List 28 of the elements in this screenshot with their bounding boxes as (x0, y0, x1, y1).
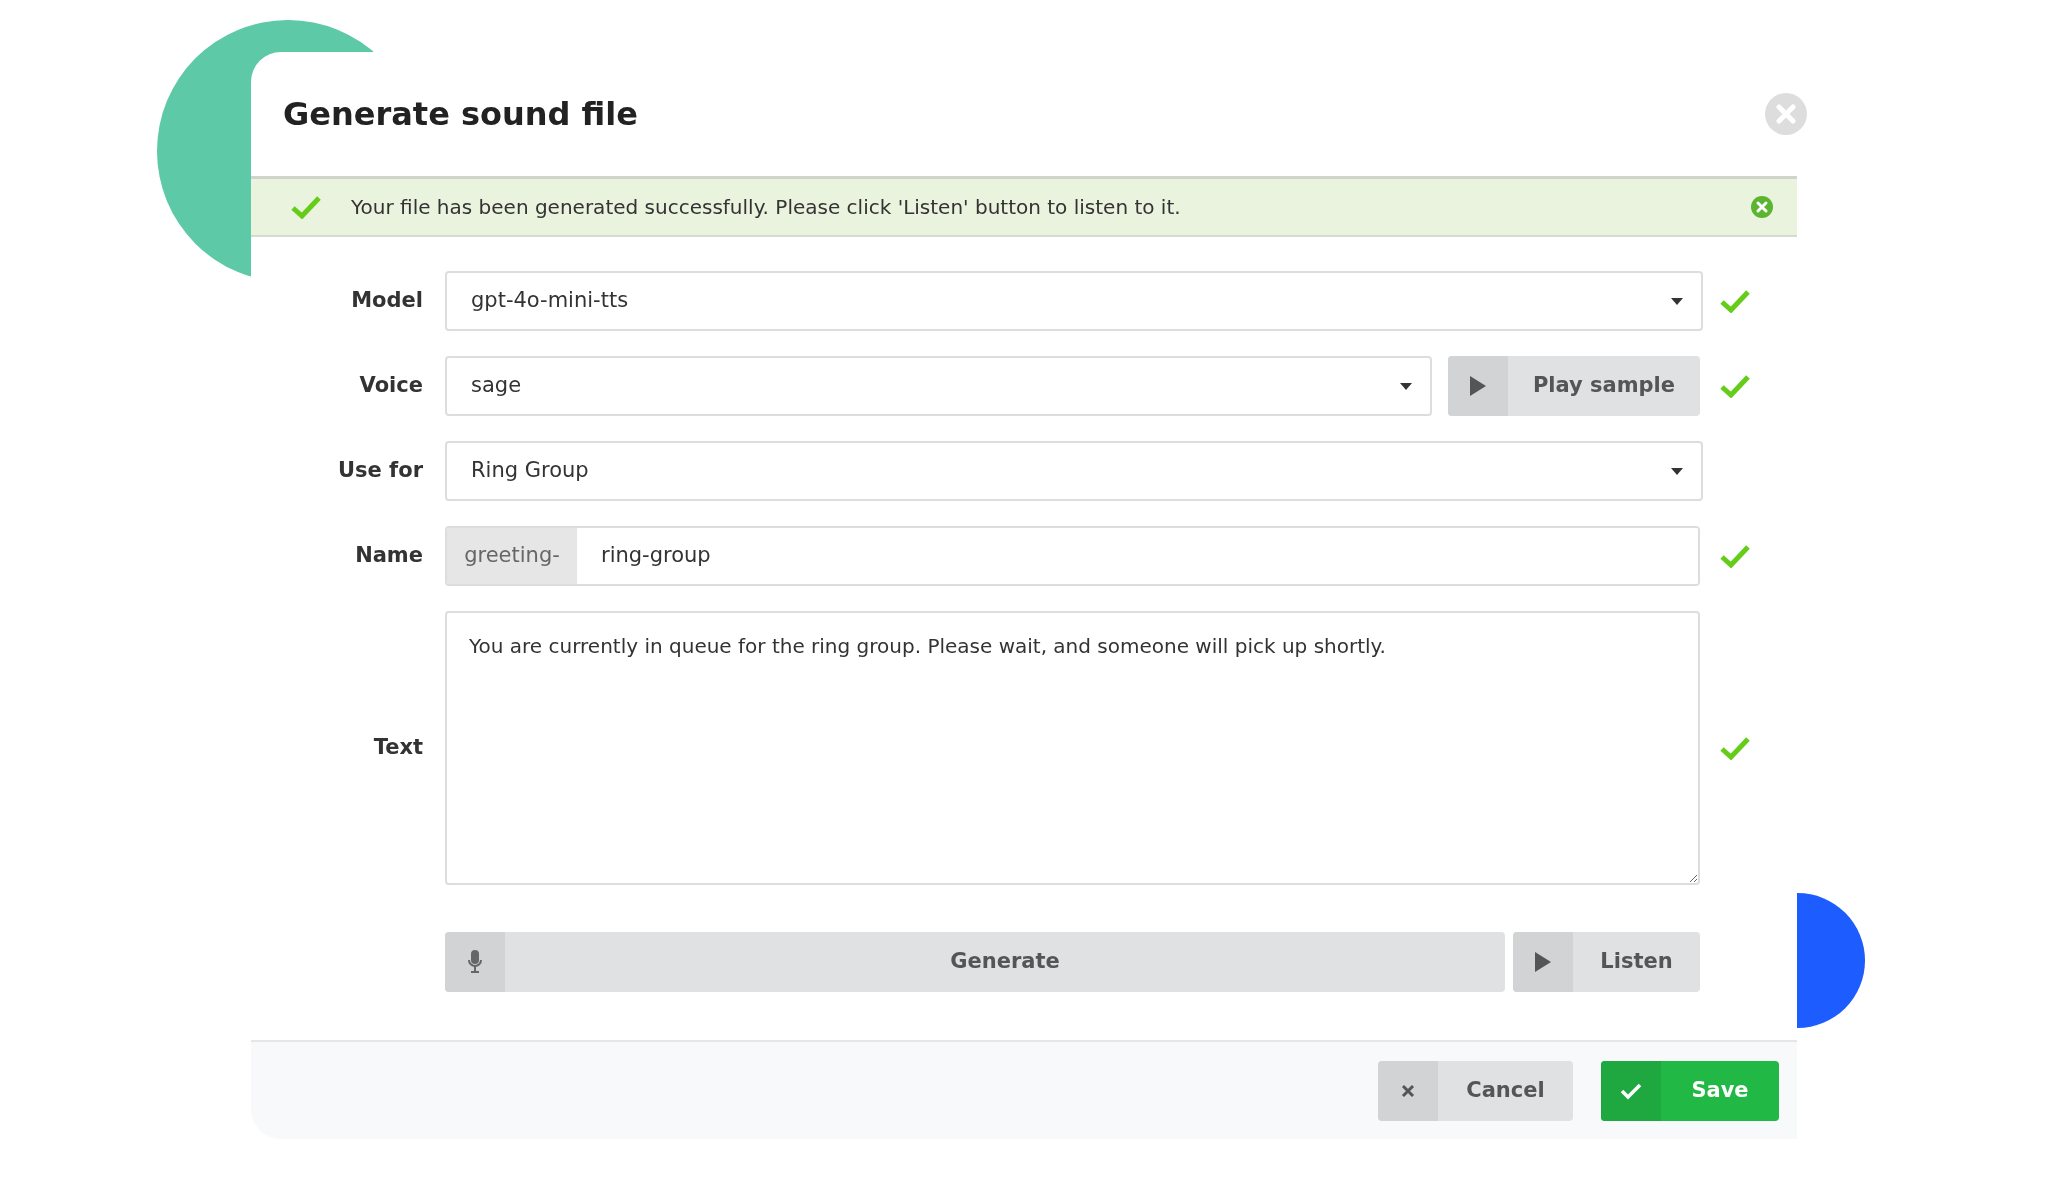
field-label: Use for (336, 457, 424, 485)
cancel-button[interactable]: Cancel (1378, 1060, 1573, 1121)
field-label: Text (372, 734, 424, 762)
select-field[interactable]: gpt-4o-mini-tts (445, 271, 1703, 331)
text-area-field[interactable]: You are currently in queue for the ring group. Please wait, and someone will pick up shortly. (445, 611, 1700, 885)
caret-icon (1400, 382, 1412, 390)
caret-icon (1671, 297, 1683, 305)
check-icon (1620, 1081, 1642, 1100)
select-field[interactable]: Ring Group (445, 441, 1703, 501)
text-input-field[interactable]: greeting- ring-group (445, 526, 1700, 586)
close-icon (1775, 103, 1797, 125)
field-label: Model (350, 287, 424, 315)
microphone-icon (468, 950, 482, 974)
check-icon (291, 195, 321, 219)
generate-button[interactable]: Generate (445, 932, 1505, 992)
play-icon (1534, 951, 1552, 973)
close-button[interactable] (1765, 93, 1807, 135)
close-icon (1400, 1082, 1416, 1099)
play-sample-button[interactable]: Play sample (1448, 356, 1700, 416)
play-icon (1469, 375, 1487, 397)
alert-message: Your file has been generated successfully. Please click 'Listen' button to listen to it. (351, 194, 1182, 221)
caret-icon (1671, 467, 1683, 475)
close-button[interactable] (1751, 196, 1773, 218)
field-label: Name (354, 542, 424, 570)
select-field[interactable]: sage (445, 356, 1432, 416)
dialog-title: Generate sound file (283, 94, 638, 134)
field-label: Voice (358, 372, 424, 400)
listen-button[interactable]: Listen (1513, 932, 1700, 992)
